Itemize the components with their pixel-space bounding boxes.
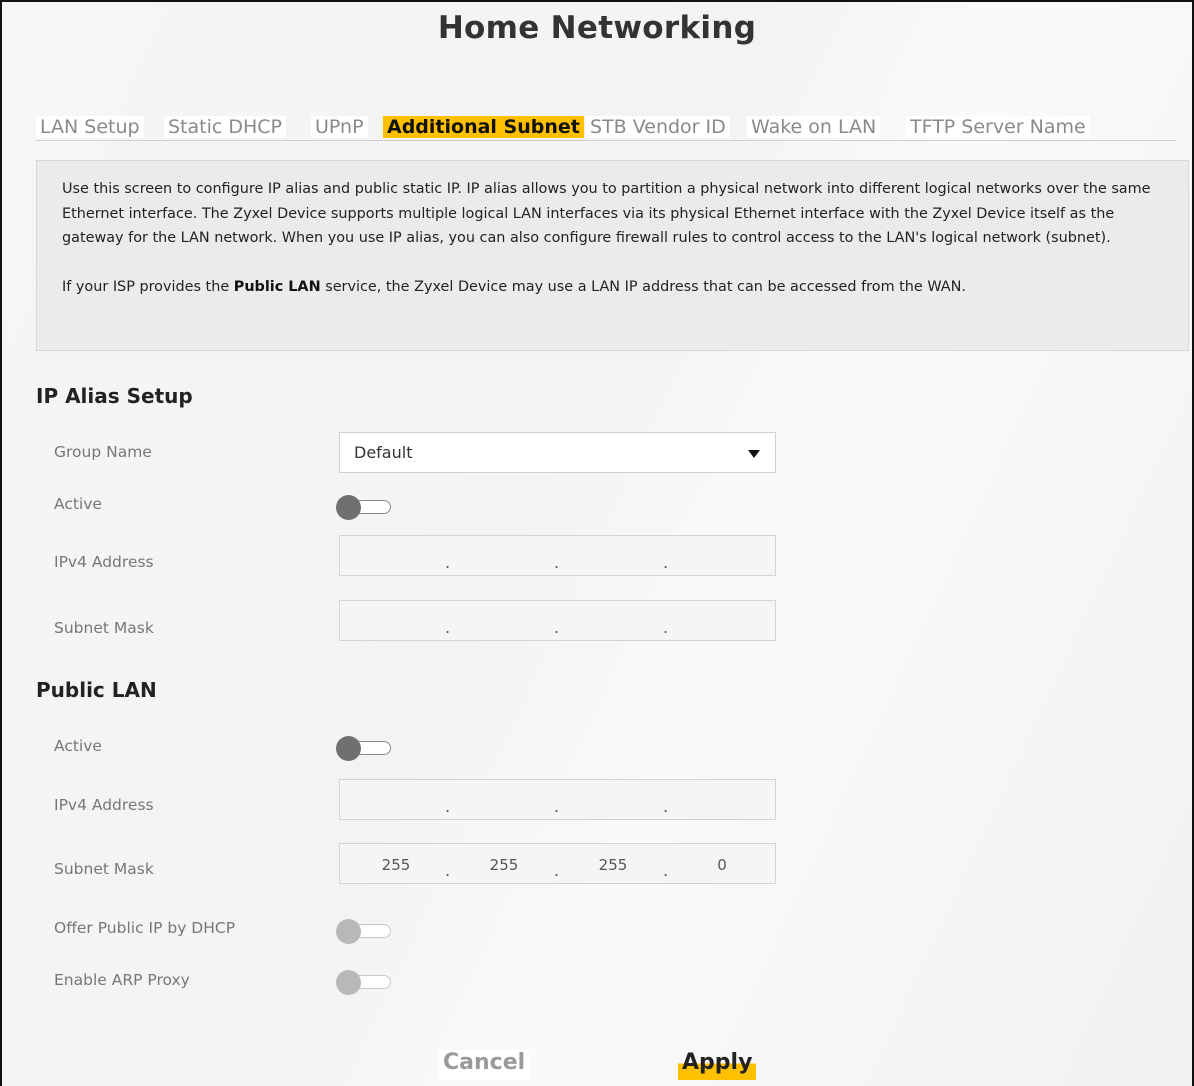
public-lan-ipv4-input[interactable]: . . . <box>339 779 776 820</box>
octet-separator: . <box>445 618 451 637</box>
group-name-label: Group Name <box>54 443 152 461</box>
info-panel: Use this screen to configure IP alias an… <box>36 160 1189 351</box>
ip-alias-ipv4-label: IPv4 Address <box>54 553 154 571</box>
ip-alias-active-label: Active <box>54 495 102 513</box>
cancel-button[interactable]: Cancel <box>439 1050 530 1080</box>
group-name-value: Default <box>354 443 413 462</box>
tab-stb-vendor-id[interactable]: STB Vendor ID <box>586 116 730 138</box>
mask-octet-2[interactable]: 255 <box>474 856 534 874</box>
info-text: If your ISP provides the <box>62 278 234 295</box>
public-lan-mask-label: Subnet Mask <box>54 860 154 878</box>
toggle-knob <box>336 736 361 761</box>
info-paragraph-1: Use this screen to configure IP alias an… <box>62 181 1151 247</box>
ip-alias-mask-label: Subnet Mask <box>54 619 154 637</box>
public-lan-active-label: Active <box>54 737 102 755</box>
octet-separator: . <box>554 553 560 572</box>
ip-alias-active-toggle[interactable] <box>334 494 392 520</box>
arp-proxy-label: Enable ARP Proxy <box>54 971 190 989</box>
octet-separator: . <box>445 797 451 816</box>
tab-wake-on-lan[interactable]: Wake on LAN <box>747 116 881 138</box>
tab-bar: LAN Setup Static DHCP UPnP Additional Su… <box>36 116 1176 141</box>
octet-separator: . <box>663 797 669 816</box>
octet-separator: . <box>445 861 451 880</box>
octet-separator: . <box>663 861 669 880</box>
page-frame: Home Networking LAN Setup Static DHCP UP… <box>0 0 1194 1086</box>
public-lan-heading: Public LAN <box>36 678 157 702</box>
octet-separator: . <box>663 553 669 572</box>
tab-lan-setup[interactable]: LAN Setup <box>36 116 144 138</box>
toggle-knob <box>336 919 361 944</box>
ip-alias-heading: IP Alias Setup <box>36 384 193 408</box>
info-paragraph-2: If your ISP provides the Public LAN serv… <box>62 275 1152 300</box>
mask-octet-4[interactable]: 0 <box>692 856 752 874</box>
public-lan-active-toggle[interactable] <box>334 735 392 761</box>
octet-separator: . <box>445 553 451 572</box>
toggle-knob <box>336 495 361 520</box>
public-lan-mask-input[interactable]: 255 . 255 . 255 . 0 <box>339 843 776 884</box>
info-bold-text: Public LAN <box>233 278 321 295</box>
ip-alias-ipv4-input[interactable]: . . . <box>339 535 776 576</box>
page-title: Home Networking <box>437 10 757 46</box>
tab-static-dhcp[interactable]: Static DHCP <box>164 116 287 138</box>
tab-tftp-server-name[interactable]: TFTP Server Name <box>906 116 1090 138</box>
offer-dhcp-label: Offer Public IP by DHCP <box>54 919 236 937</box>
offer-dhcp-toggle[interactable] <box>334 918 392 944</box>
mask-octet-3[interactable]: 255 <box>583 856 643 874</box>
group-name-select[interactable]: Default <box>339 432 776 473</box>
apply-button[interactable]: Apply <box>678 1050 757 1080</box>
octet-separator: . <box>663 618 669 637</box>
octet-separator: . <box>554 618 560 637</box>
caret-down-icon <box>748 450 760 458</box>
info-text: service, the Zyxel Device may use a LAN … <box>320 278 966 295</box>
tab-upnp[interactable]: UPnP <box>311 116 368 138</box>
public-lan-ipv4-label: IPv4 Address <box>54 796 154 814</box>
tab-additional-subnet[interactable]: Additional Subnet <box>383 116 584 138</box>
ip-alias-mask-input[interactable]: . . . <box>339 600 776 641</box>
toggle-knob <box>336 970 361 995</box>
octet-separator: . <box>554 861 560 880</box>
arp-proxy-toggle[interactable] <box>334 969 392 995</box>
mask-octet-1[interactable]: 255 <box>366 856 426 874</box>
octet-separator: . <box>554 797 560 816</box>
